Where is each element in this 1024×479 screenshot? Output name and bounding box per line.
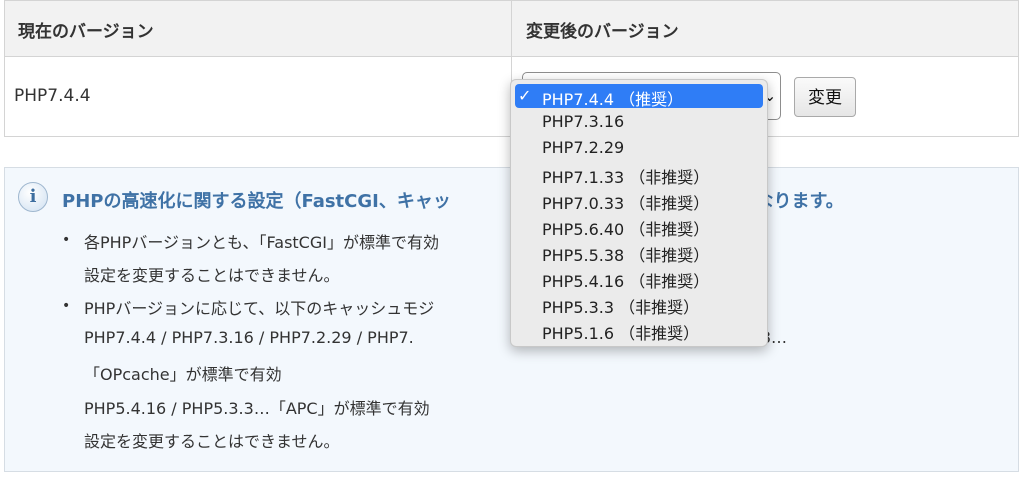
option-label: PHP5.4.16 （非推奨） <box>542 272 710 291</box>
dropdown-option[interactable]: PHP7.2.29 <box>515 136 763 160</box>
dropdown-option[interactable]: PHP5.4.16 （非推奨） <box>515 266 763 291</box>
option-label: PHP5.3.3 （非推奨） <box>542 298 700 317</box>
header-new-version: 変更後のバージョン <box>526 22 679 42</box>
dropdown-option[interactable]: PHP5.1.6 （非推奨） <box>515 318 763 343</box>
change-button[interactable]: 変更 <box>794 77 856 117</box>
option-label: PHP7.0.33 （非推奨） <box>542 194 710 213</box>
version-dropdown-menu: ✓ PHP7.4.4 （推奨） PHP7.3.16 PHP7.2.29 PHP7… <box>510 79 768 347</box>
option-label: PHP5.1.6 （非推奨） <box>542 324 700 343</box>
info-icon: i <box>18 182 48 212</box>
option-label: PHP7.2.29 <box>542 138 625 157</box>
current-version-value: PHP7.4.4 <box>14 86 91 106</box>
dropdown-option[interactable]: PHP7.3.16 <box>515 110 763 134</box>
bullet-icon: • <box>62 232 71 248</box>
dropdown-option[interactable]: ✓ PHP7.4.4 （推奨） <box>515 84 763 109</box>
option-label: PHP7.4.4 （推奨） <box>542 90 684 109</box>
option-label: PHP7.1.33 （非推奨） <box>542 168 710 187</box>
dropdown-option[interactable]: PHP5.3.3 （非推奨） <box>515 292 763 317</box>
header-current-version: 現在のバージョン <box>18 22 154 42</box>
info-line: PHP5.4.16 / PHP5.3.3…「APC」が標準で有効 <box>84 399 430 418</box>
info-line: 「OPcache」が標準で有効 <box>84 365 282 384</box>
dropdown-option[interactable]: PHP5.6.40 （非推奨） <box>515 214 763 239</box>
checkmark-icon: ✓ <box>518 86 532 105</box>
dropdown-option[interactable]: PHP7.1.33 （非推奨） <box>515 162 763 187</box>
dropdown-option[interactable]: PHP5.5.38 （非推奨） <box>515 240 763 265</box>
option-label: PHP7.3.16 <box>542 112 625 131</box>
option-label: PHP5.6.40 （非推奨） <box>542 220 710 239</box>
dropdown-option[interactable]: PHP7.0.33 （非推奨） <box>515 188 763 213</box>
option-label: PHP5.5.38 （非推奨） <box>542 246 710 265</box>
bullet-icon: • <box>62 298 71 314</box>
info-line: 設定を変更することはできません。 <box>84 432 340 451</box>
